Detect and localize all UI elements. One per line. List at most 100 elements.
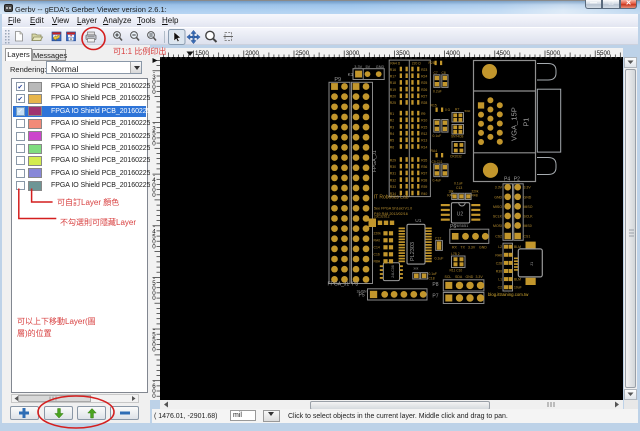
svg-text:R15: R15 bbox=[431, 104, 437, 108]
svg-text:0: 0 bbox=[152, 393, 156, 400]
svg-text:3.3V: 3.3V bbox=[476, 275, 484, 279]
svg-text:P2: P2 bbox=[514, 177, 520, 183]
svg-text:SCLK: SCLK bbox=[524, 214, 534, 218]
svg-text:RA0: RA0 bbox=[374, 239, 381, 243]
svg-text:P4: P4 bbox=[504, 177, 510, 183]
svg-text:R15: R15 bbox=[421, 125, 427, 129]
svg-text:R35: R35 bbox=[421, 158, 427, 162]
svg-text:GND: GND bbox=[466, 275, 474, 279]
svg-text:C28: C28 bbox=[496, 261, 502, 265]
svg-text:SDA: SDA bbox=[455, 275, 463, 279]
svg-text:VGA_15P: VGA_15P bbox=[510, 107, 519, 141]
svg-text:R28: R28 bbox=[421, 101, 427, 105]
svg-text:CS2: CS2 bbox=[495, 235, 502, 239]
svg-text:0: 0 bbox=[152, 192, 156, 199]
svg-text:R8A: R8A bbox=[374, 260, 381, 264]
svg-text:GND: GND bbox=[524, 195, 532, 199]
svg-text:blog.ittraining.com.tw: blog.ittraining.com.tw bbox=[488, 292, 529, 297]
svg-text:4000: 4000 bbox=[446, 50, 460, 57]
svg-text:C2: C2 bbox=[498, 286, 502, 290]
svg-text:SCL: SCL bbox=[445, 275, 452, 279]
svg-text:0: 0 bbox=[152, 347, 156, 354]
svg-text:RA4 Ω: RA4 Ω bbox=[390, 62, 400, 66]
svg-text:220k: 220k bbox=[374, 232, 382, 236]
svg-text:C18: C18 bbox=[429, 276, 435, 280]
svg-text:R2: R2 bbox=[390, 119, 394, 123]
svg-text:R19: R19 bbox=[390, 88, 396, 92]
svg-text:BLM: BLM bbox=[514, 278, 521, 282]
svg-text:24LC08: 24LC08 bbox=[391, 265, 395, 278]
svg-text:TX: TX bbox=[461, 246, 466, 250]
svg-text:P7: P7 bbox=[432, 294, 438, 300]
svg-text:RX: RX bbox=[452, 246, 458, 250]
svg-text:10uF: 10uF bbox=[514, 286, 522, 290]
svg-text:P1: P1 bbox=[522, 118, 531, 127]
svg-text:3.3V: 3.3V bbox=[495, 186, 503, 190]
svg-text:26S651: 26S651 bbox=[455, 223, 470, 228]
svg-text:MIS0: MIS0 bbox=[524, 224, 532, 228]
svg-text:SCLK: SCLK bbox=[493, 214, 503, 218]
svg-text:0.1uF: 0.1uF bbox=[435, 256, 444, 260]
svg-text:R13: R13 bbox=[421, 139, 427, 143]
svg-text:R26: R26 bbox=[421, 88, 427, 92]
svg-text:R4: R4 bbox=[390, 132, 394, 136]
svg-text:3.3V: 3.3V bbox=[524, 186, 532, 190]
svg-text:R24: R24 bbox=[421, 75, 427, 79]
svg-text:R39: R39 bbox=[421, 185, 427, 189]
svg-text:2000: 2000 bbox=[245, 50, 259, 57]
svg-text:R11 C10: R11 C10 bbox=[450, 269, 463, 273]
svg-text:R36: R36 bbox=[421, 165, 427, 169]
svg-text:R3: R3 bbox=[390, 125, 394, 129]
svg-text:R4B: R4B bbox=[472, 194, 478, 198]
svg-text:50Ω: 50Ω bbox=[465, 109, 471, 113]
svg-text:R23: R23 bbox=[421, 68, 427, 72]
svg-text:1500: 1500 bbox=[195, 50, 209, 57]
svg-text:C12: C12 bbox=[435, 237, 441, 241]
svg-text:MISO: MISO bbox=[493, 205, 502, 209]
svg-text:R9: R9 bbox=[421, 112, 425, 116]
svg-text:CR2032: CR2032 bbox=[450, 155, 462, 159]
svg-text:FPGA_J1: FPGA_J1 bbox=[372, 150, 378, 172]
svg-text:C14: C14 bbox=[374, 246, 380, 250]
svg-text:0.4uF: 0.4uF bbox=[433, 179, 442, 183]
svg-text:SN74CB: SN74CB bbox=[451, 135, 463, 139]
svg-text:R30: R30 bbox=[496, 270, 502, 274]
svg-text:MISO: MISO bbox=[524, 205, 533, 209]
svg-text:P3: P3 bbox=[352, 281, 358, 287]
svg-text:R7: R7 bbox=[455, 108, 459, 112]
svg-text:R33: R33 bbox=[390, 185, 396, 189]
svg-text:FPGA_J1: FPGA_J1 bbox=[328, 281, 350, 287]
svg-text:MOSI: MOSI bbox=[493, 224, 502, 228]
svg-text:U1: U1 bbox=[415, 218, 421, 224]
svg-text:C13: C13 bbox=[456, 186, 462, 190]
svg-text:0: 0 bbox=[152, 89, 156, 96]
svg-text:C16: C16 bbox=[374, 253, 380, 257]
svg-text:CS1: CS1 bbox=[524, 235, 531, 239]
svg-text:3500: 3500 bbox=[396, 50, 410, 57]
svg-text:P8: P8 bbox=[432, 282, 438, 288]
svg-text:R30: R30 bbox=[390, 165, 396, 169]
svg-text:R25: R25 bbox=[390, 101, 396, 105]
svg-text:5500: 5500 bbox=[597, 50, 611, 57]
svg-text:L2: L2 bbox=[498, 245, 502, 249]
svg-text:4500: 4500 bbox=[496, 50, 510, 57]
svg-text:K1: K1 bbox=[348, 72, 354, 77]
svg-text:L1: L1 bbox=[498, 278, 502, 282]
svg-text:xxx: xxx bbox=[414, 266, 419, 270]
svg-text:RA4: RA4 bbox=[431, 149, 438, 153]
svg-text:R27: R27 bbox=[421, 95, 427, 99]
svg-text:5000: 5000 bbox=[546, 50, 560, 57]
svg-text:R5: R5 bbox=[390, 139, 394, 143]
svg-text:0.1uF: 0.1uF bbox=[454, 182, 463, 186]
svg-text:BLM: BLM bbox=[514, 245, 521, 249]
svg-text:0: 0 bbox=[152, 244, 156, 251]
svg-text:R17: R17 bbox=[390, 75, 396, 79]
svg-text:R16: R16 bbox=[390, 68, 396, 72]
svg-text:R1: R1 bbox=[390, 112, 394, 116]
svg-text:R29: R29 bbox=[390, 158, 396, 162]
svg-text:R38: R38 bbox=[421, 178, 427, 182]
svg-text:GND: GND bbox=[376, 65, 385, 69]
svg-text:R28: R28 bbox=[429, 61, 435, 65]
svg-text:P5: P5 bbox=[359, 293, 365, 299]
svg-text:R25: R25 bbox=[421, 81, 427, 85]
